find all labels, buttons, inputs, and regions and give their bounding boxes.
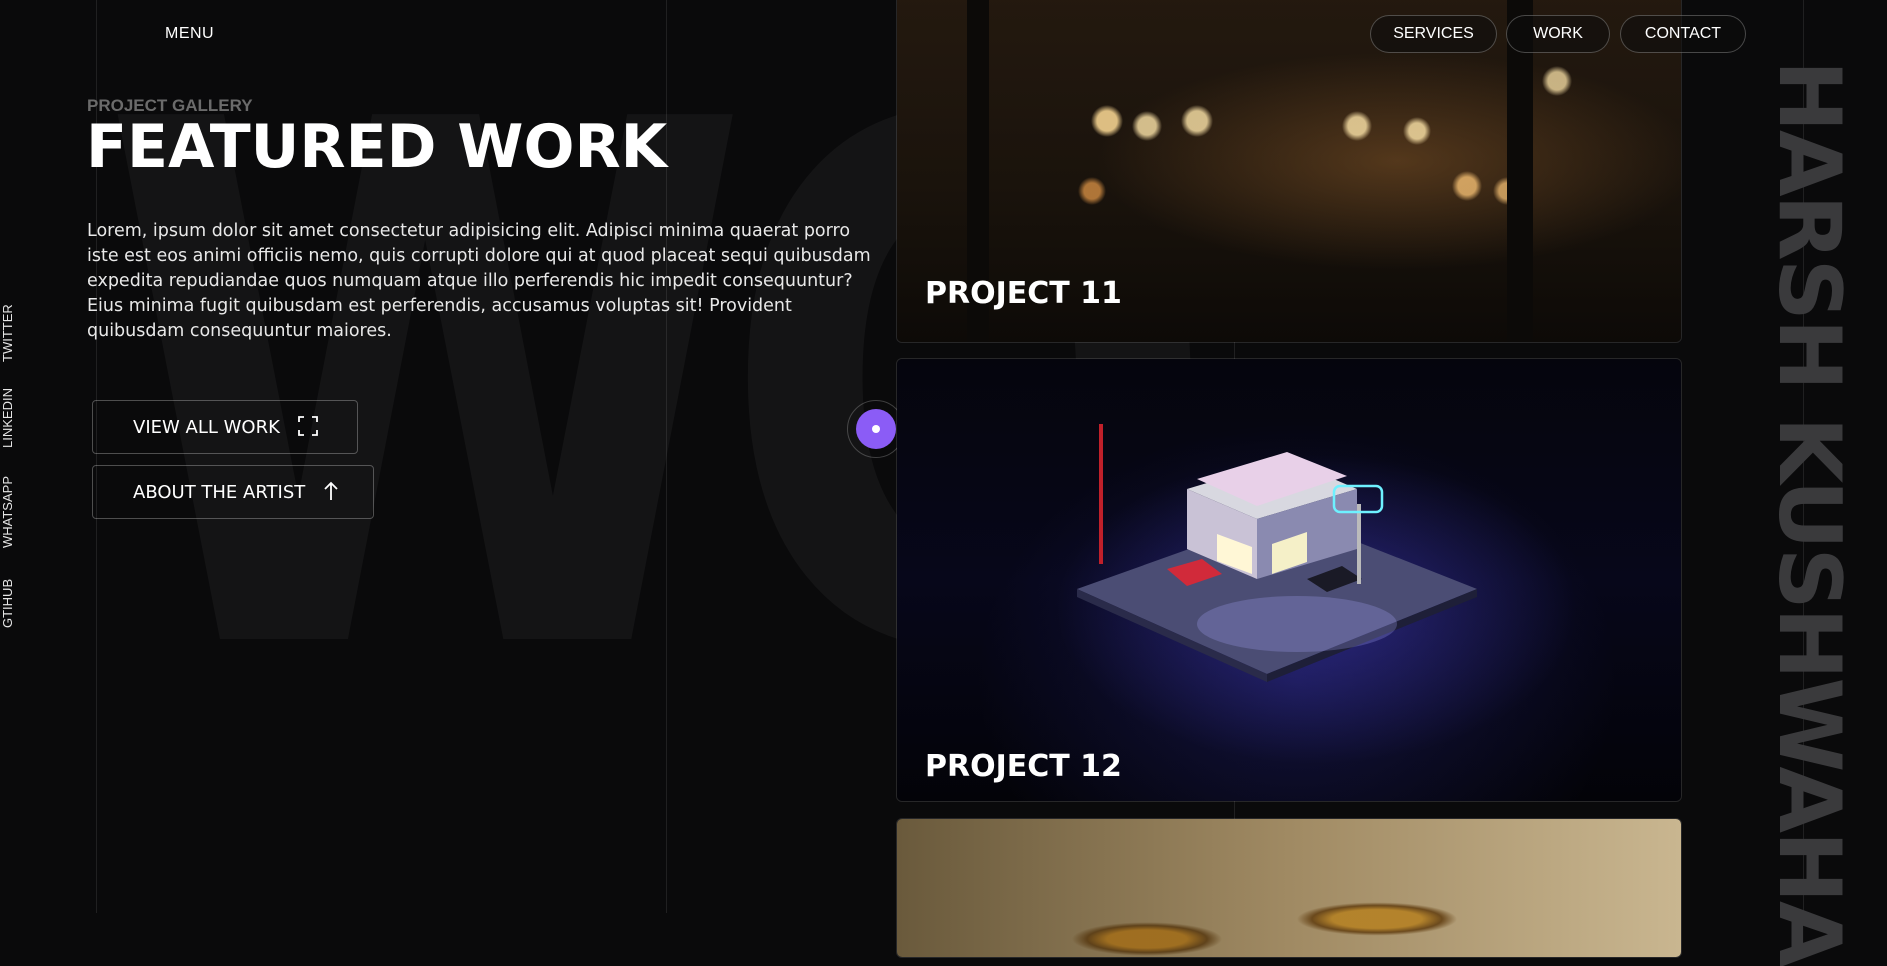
page-title: FEATURED WORK bbox=[86, 112, 668, 182]
hero-description: Lorem, ipsum dolor sit amet consectetur … bbox=[87, 221, 871, 341]
view-all-work-label: VIEW ALL WORK bbox=[133, 416, 280, 438]
menu-button[interactable]: MENU bbox=[165, 25, 214, 43]
nav-contact[interactable]: CONTACT bbox=[1620, 15, 1746, 53]
project-image-sculpture bbox=[897, 819, 1681, 957]
nav-services[interactable]: SERVICES bbox=[1370, 15, 1497, 53]
supermarket-diorama bbox=[1077, 424, 1477, 682]
social-link-linkedin[interactable]: LINKEDIN bbox=[0, 388, 15, 448]
artist-name-vertical: HARSH KUSHWAHA bbox=[1759, 60, 1859, 966]
social-link-whatsapp[interactable]: WHATSAPP bbox=[0, 476, 15, 548]
nav-work[interactable]: WORK bbox=[1506, 15, 1610, 53]
about-artist-label: ABOUT THE ARTIST bbox=[133, 481, 306, 503]
arrow-up-icon bbox=[323, 481, 339, 504]
social-link-github[interactable]: GTIHUB bbox=[0, 579, 15, 628]
project-card[interactable] bbox=[896, 818, 1682, 958]
project-title: PROJECT 12 bbox=[925, 749, 1122, 784]
project-card[interactable]: PROJECT 12 bbox=[896, 358, 1682, 802]
social-link-twitter[interactable]: TWITTER bbox=[0, 304, 15, 362]
project-title: PROJECT 11 bbox=[925, 276, 1122, 311]
view-all-work-button[interactable]: VIEW ALL WORK bbox=[92, 400, 358, 454]
expand-icon bbox=[297, 415, 318, 439]
about-artist-button[interactable]: ABOUT THE ARTIST bbox=[92, 465, 374, 519]
